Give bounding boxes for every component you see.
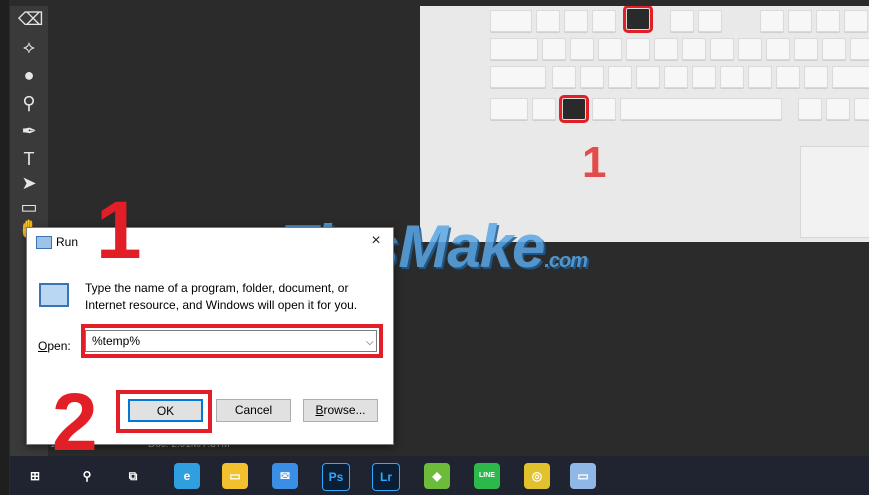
keyboard-key (580, 66, 604, 88)
keyboard-key (710, 38, 734, 60)
keyboard-key (490, 66, 546, 88)
keyboard-key (788, 10, 812, 32)
keyboard-key (564, 10, 588, 32)
keyboard-key (682, 38, 706, 60)
keyboard-key (592, 10, 616, 32)
keyboard-key (720, 66, 744, 88)
edge-icon[interactable]: e (174, 463, 200, 489)
step-number-2: 2 (52, 377, 98, 468)
touchpad (800, 146, 869, 238)
keyboard-key (490, 38, 538, 60)
type-icon[interactable]: T (18, 148, 40, 170)
chrome-icon[interactable]: ◎ (524, 463, 550, 489)
keyboard-key (760, 10, 784, 32)
keyboard-key (854, 98, 869, 120)
step-number-1: 1 (96, 185, 142, 276)
keyboard-key (766, 38, 790, 60)
run-app-icon (36, 236, 52, 249)
search-button[interactable]: ⚲ (74, 463, 100, 489)
keyboard-key (822, 38, 846, 60)
keyboard-key (490, 10, 532, 32)
layers-app-icon[interactable]: ◆ (424, 463, 450, 489)
keyboard-key (552, 66, 576, 88)
open-label-accel: O (38, 339, 48, 353)
cancel-button[interactable]: Cancel (216, 399, 291, 422)
paint-bucket-icon[interactable]: ⟡ (18, 36, 40, 58)
keyboard-key (748, 66, 772, 88)
dodge-icon[interactable]: ⚲ (18, 92, 40, 114)
open-label: Open: (38, 339, 71, 353)
keyboard-key (776, 66, 800, 88)
mail-icon[interactable]: ✉ (272, 463, 298, 489)
keyboard-key (670, 10, 694, 32)
keyboard-key (570, 38, 594, 60)
keyboard-key (636, 66, 660, 88)
run-titlebar[interactable]: Run × (27, 228, 393, 256)
ok-button-highlight (116, 390, 212, 433)
keyboard-key (698, 10, 722, 32)
spacebar-key (620, 98, 782, 120)
run-description: Type the name of a program, folder, docu… (85, 281, 358, 312)
keyboard-key (626, 38, 650, 60)
blur-icon[interactable]: ● (18, 64, 40, 86)
start-button[interactable]: ⊞ (22, 463, 48, 489)
keyboard-photo: 1 (420, 6, 869, 242)
lightroom-icon[interactable]: Lr (372, 463, 400, 491)
keyboard-key (826, 98, 850, 120)
browse-rest: rowse... (323, 403, 366, 417)
keyboard-key (850, 38, 869, 60)
path-select-icon[interactable]: ➤ (18, 172, 40, 194)
keyboard-key (832, 66, 869, 88)
highlighted-key (623, 6, 653, 33)
run-app-icon[interactable]: ▭ (570, 463, 596, 489)
taskbar: ⊞ ⚲ ⧉ e ▭ ✉ Ps Lr ◆ LINE ◎ ▭ (10, 456, 869, 495)
line-icon[interactable]: LINE (474, 463, 500, 489)
keyboard-key (738, 38, 762, 60)
browse-button[interactable]: Browse... (303, 399, 378, 422)
photo-step-number: 1 (582, 138, 607, 187)
eraser-icon[interactable]: ⌫ (18, 8, 43, 30)
pen-icon[interactable]: ✒ (18, 120, 40, 142)
keyboard-key (490, 98, 528, 120)
photoshop-icon[interactable]: Ps (322, 463, 350, 491)
keyboard-key (608, 66, 632, 88)
rectangle-icon[interactable]: ▭ (18, 196, 40, 218)
keyboard-key (804, 66, 828, 88)
keyboard-key (592, 98, 616, 120)
keyboard-key (798, 98, 822, 120)
keyboard-key (598, 38, 622, 60)
keyboard-key (542, 38, 566, 60)
open-input-highlight (81, 324, 383, 358)
run-title: Run (56, 235, 79, 249)
watermark-suffix: .com (544, 250, 588, 272)
highlighted-key (559, 95, 589, 123)
browse-accel: B (315, 403, 324, 417)
keyboard-key (816, 10, 840, 32)
window-frame (0, 0, 9, 495)
task-view-button[interactable]: ⧉ (120, 463, 146, 489)
keyboard-key (794, 38, 818, 60)
run-icon (39, 283, 69, 307)
keyboard-key (536, 10, 560, 32)
file-explorer-icon[interactable]: ▭ (222, 463, 248, 489)
close-button[interactable]: × (367, 232, 385, 250)
keyboard-key (654, 38, 678, 60)
keyboard-key (664, 66, 688, 88)
open-label-rest: pen: (47, 339, 71, 353)
keyboard-key (532, 98, 556, 120)
keyboard-key (844, 10, 868, 32)
keyboard-key (692, 66, 716, 88)
